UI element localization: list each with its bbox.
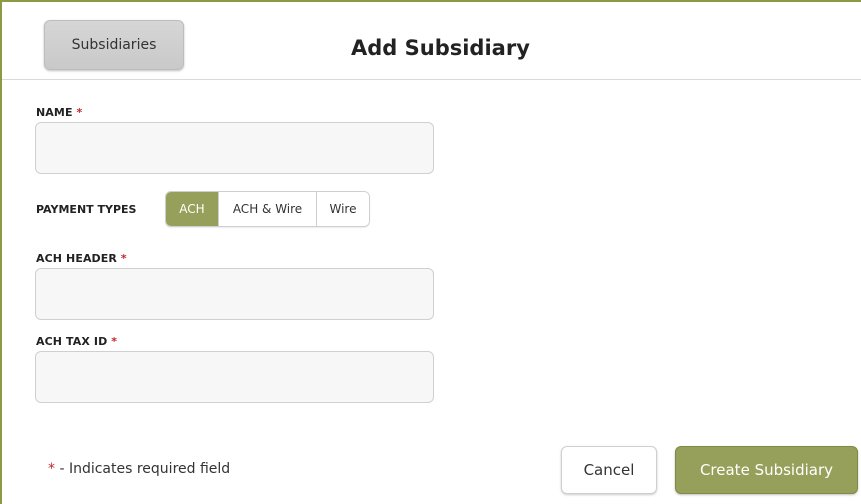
name-label-text: NAME xyxy=(36,106,73,119)
page-header: Subsidiaries Add Subsidiary xyxy=(2,2,861,80)
required-asterisk: * xyxy=(111,335,118,348)
ach-tax-id-label-text: ACH TAX ID xyxy=(36,335,108,348)
required-field-note: * - Indicates required field xyxy=(48,461,230,477)
page-title: Add Subsidiary xyxy=(351,36,530,60)
subsidiaries-back-button[interactable]: Subsidiaries xyxy=(44,20,184,70)
payment-type-ach-wire-option[interactable]: ACH & Wire xyxy=(219,192,317,226)
required-asterisk: * xyxy=(48,461,55,477)
ach-header-input[interactable] xyxy=(35,268,434,320)
name-label: NAME * xyxy=(36,106,82,119)
payment-types-toggle: ACH ACH & Wire Wire xyxy=(165,191,370,227)
ach-header-label-text: ACH HEADER xyxy=(36,252,117,265)
required-asterisk: * xyxy=(120,252,127,265)
payment-types-label: PAYMENT TYPES xyxy=(36,203,137,216)
required-asterisk: * xyxy=(76,106,83,119)
required-field-note-text: - Indicates required field xyxy=(55,461,231,477)
payment-type-ach-option[interactable]: ACH xyxy=(166,192,219,226)
name-input[interactable] xyxy=(35,122,434,174)
ach-header-label: ACH HEADER * xyxy=(36,252,127,265)
cancel-button[interactable]: Cancel xyxy=(561,446,657,494)
ach-tax-id-label: ACH TAX ID * xyxy=(36,335,117,348)
payment-type-wire-option[interactable]: Wire xyxy=(317,192,369,226)
ach-tax-id-input[interactable] xyxy=(35,351,434,403)
create-subsidiary-button[interactable]: Create Subsidiary xyxy=(675,446,858,494)
